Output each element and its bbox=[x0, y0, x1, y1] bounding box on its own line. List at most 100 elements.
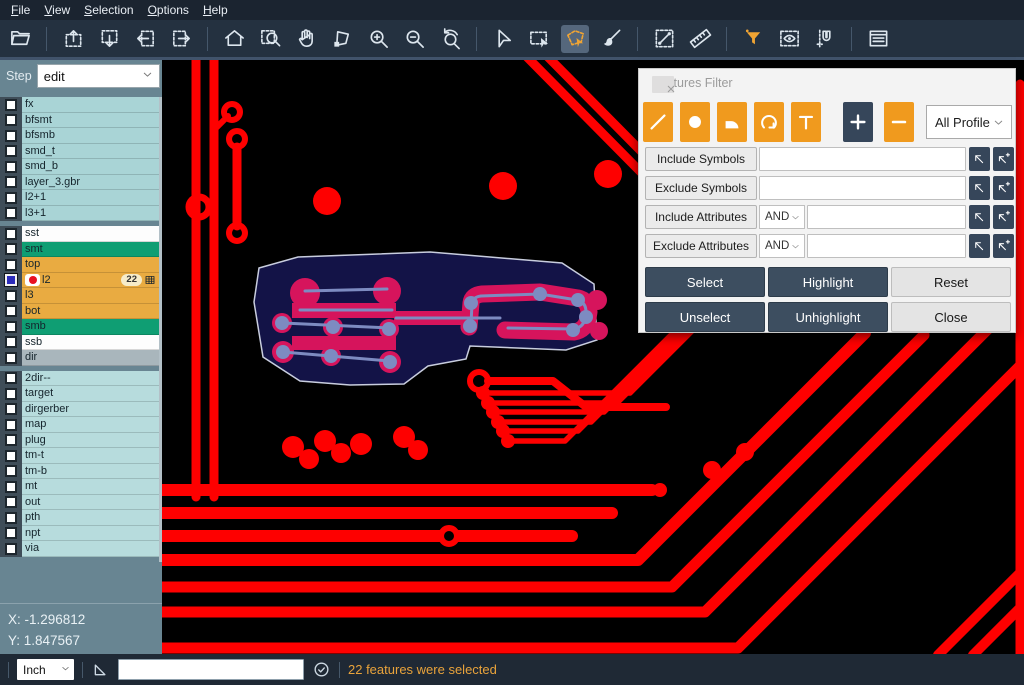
menu-selection[interactable]: Selection bbox=[77, 3, 140, 17]
layer-row-bfsmt[interactable]: bfsmt bbox=[0, 113, 159, 129]
pan-button[interactable] bbox=[292, 25, 320, 53]
include-attributes-pick-add-button[interactable] bbox=[993, 205, 1014, 229]
layer-visibility-checkbox[interactable] bbox=[0, 242, 22, 258]
layer-row-target[interactable]: target bbox=[0, 386, 159, 402]
layer-row-map[interactable]: map bbox=[0, 417, 159, 433]
layer-row-bot[interactable]: bot bbox=[0, 304, 159, 320]
grid-icon[interactable] bbox=[144, 274, 156, 286]
show-selection-button[interactable] bbox=[775, 25, 803, 53]
layer-row-smb[interactable]: smb bbox=[0, 319, 159, 335]
layer-row-tm-b[interactable]: tm-b bbox=[0, 464, 159, 480]
menu-help[interactable]: Help bbox=[196, 3, 235, 17]
include-symbols-button[interactable]: Include Symbols bbox=[645, 147, 757, 171]
move-left-button[interactable] bbox=[131, 25, 159, 53]
layer-row-bfsmb[interactable]: bfsmb bbox=[0, 128, 159, 144]
exclude-symbols-button[interactable]: Exclude Symbols bbox=[645, 176, 757, 200]
menu-file[interactable]: File bbox=[4, 3, 37, 17]
select-pointer-button[interactable] bbox=[489, 25, 517, 53]
layer-row-layer_3.gbr[interactable]: layer_3.gbr bbox=[0, 175, 159, 191]
filter-pads-button[interactable] bbox=[680, 102, 710, 142]
layer-visibility-checkbox[interactable] bbox=[0, 510, 22, 526]
units-select[interactable]: Inch bbox=[17, 659, 74, 680]
layer-visibility-checkbox[interactable] bbox=[0, 288, 22, 304]
layer-visibility-checkbox[interactable] bbox=[0, 495, 22, 511]
layer-row-l2+1[interactable]: l2+1 bbox=[0, 190, 159, 206]
move-right-button[interactable] bbox=[167, 25, 195, 53]
layer-row-mt[interactable]: mt bbox=[0, 479, 159, 495]
layer-row-pth[interactable]: pth bbox=[0, 510, 159, 526]
layer-row-2dir--[interactable]: 2dir-- bbox=[0, 371, 159, 387]
layer-row-dirgerber[interactable]: dirgerber bbox=[0, 402, 159, 418]
layer-visibility-checkbox[interactable] bbox=[0, 433, 22, 449]
move-down-button[interactable] bbox=[95, 25, 123, 53]
layer-row-ssb[interactable]: ssb bbox=[0, 335, 159, 351]
layer-row-l3+1[interactable]: l3+1 bbox=[0, 206, 159, 222]
exclude-attributes-pick-button[interactable] bbox=[969, 234, 990, 258]
layer-visibility-checkbox[interactable] bbox=[0, 128, 22, 144]
measure-points-button[interactable] bbox=[650, 25, 678, 53]
layer-row-out[interactable]: out bbox=[0, 495, 159, 511]
layer-row-smt[interactable]: smt bbox=[0, 242, 159, 258]
layer-visibility-checkbox[interactable] bbox=[0, 206, 22, 222]
layer-row-smd_t[interactable]: smd_t bbox=[0, 144, 159, 160]
zoom-in-button[interactable] bbox=[364, 25, 392, 53]
move-up-button[interactable] bbox=[59, 25, 87, 53]
layer-visibility-checkbox[interactable] bbox=[0, 417, 22, 433]
include-attributes-field[interactable] bbox=[807, 205, 966, 229]
layer-visibility-checkbox[interactable] bbox=[0, 526, 22, 542]
command-input[interactable] bbox=[118, 659, 304, 680]
layer-visibility-checkbox[interactable] bbox=[0, 273, 22, 289]
exclude-attributes-field[interactable] bbox=[807, 234, 966, 258]
include-attributes-operator-select[interactable]: AND bbox=[759, 205, 805, 229]
layer-visibility-checkbox[interactable] bbox=[0, 159, 22, 175]
layers-panel-button[interactable] bbox=[864, 25, 892, 53]
menu-options[interactable]: Options bbox=[141, 3, 196, 17]
unselect-button[interactable]: Unselect bbox=[645, 302, 765, 332]
layer-visibility-checkbox[interactable] bbox=[0, 464, 22, 480]
layer-row-fx[interactable]: fx bbox=[0, 97, 159, 113]
layer-row-l3[interactable]: l3 bbox=[0, 288, 159, 304]
zoom-previous-button[interactable] bbox=[436, 25, 464, 53]
include-symbols-pick-add-button[interactable] bbox=[993, 147, 1014, 171]
highlight-button[interactable]: Highlight bbox=[768, 267, 888, 297]
layer-visibility-checkbox[interactable] bbox=[0, 448, 22, 464]
menu-view[interactable]: View bbox=[37, 3, 77, 17]
close-icon[interactable] bbox=[652, 76, 674, 93]
dialog-titlebar[interactable]: Features Filter bbox=[639, 69, 1015, 96]
open-file-button[interactable] bbox=[6, 25, 34, 53]
layer-row-via[interactable]: via bbox=[0, 541, 159, 557]
filter-lines-button[interactable] bbox=[643, 102, 673, 142]
layer-row-tm-t[interactable]: tm-t bbox=[0, 448, 159, 464]
filter-arcs-button[interactable] bbox=[754, 102, 784, 142]
layer-row-sst[interactable]: sst bbox=[0, 226, 159, 242]
exclude-symbols-field[interactable] bbox=[759, 176, 966, 200]
filter-add-mode-button[interactable] bbox=[843, 102, 873, 142]
layer-visibility-checkbox[interactable] bbox=[0, 402, 22, 418]
zoom-window-button[interactable] bbox=[256, 25, 284, 53]
unhighlight-button[interactable]: Unhighlight bbox=[768, 302, 888, 332]
exclude-attributes-button[interactable]: Exclude Attributes bbox=[645, 234, 757, 258]
filter-surfaces-button[interactable] bbox=[717, 102, 747, 142]
layer-row-plug[interactable]: plug bbox=[0, 433, 159, 449]
exclude-symbols-pick-button[interactable] bbox=[969, 176, 990, 200]
close-button[interactable]: Close bbox=[891, 302, 1011, 332]
layer-visibility-checkbox[interactable] bbox=[0, 113, 22, 129]
layer-row-l2[interactable]: l2 22 bbox=[0, 273, 159, 289]
layer-visibility-checkbox[interactable] bbox=[0, 350, 22, 366]
layer-visibility-checkbox[interactable] bbox=[0, 541, 22, 557]
layer-visibility-checkbox[interactable] bbox=[0, 175, 22, 191]
layer-visibility-checkbox[interactable] bbox=[0, 304, 22, 320]
features-filter-button[interactable] bbox=[739, 25, 767, 53]
snap-button[interactable] bbox=[811, 25, 839, 53]
layer-row-top[interactable]: top bbox=[0, 257, 159, 273]
clear-selection-button[interactable] bbox=[597, 25, 625, 53]
layer-visibility-checkbox[interactable] bbox=[0, 190, 22, 206]
select-button[interactable]: Select bbox=[645, 267, 765, 297]
include-symbols-pick-button[interactable] bbox=[969, 147, 990, 171]
layer-visibility-checkbox[interactable] bbox=[0, 226, 22, 242]
include-symbols-field[interactable] bbox=[759, 147, 966, 171]
include-attributes-button[interactable]: Include Attributes bbox=[645, 205, 757, 229]
layer-visibility-checkbox[interactable] bbox=[0, 319, 22, 335]
layer-visibility-checkbox[interactable] bbox=[0, 479, 22, 495]
reset-button[interactable]: Reset bbox=[891, 267, 1011, 297]
